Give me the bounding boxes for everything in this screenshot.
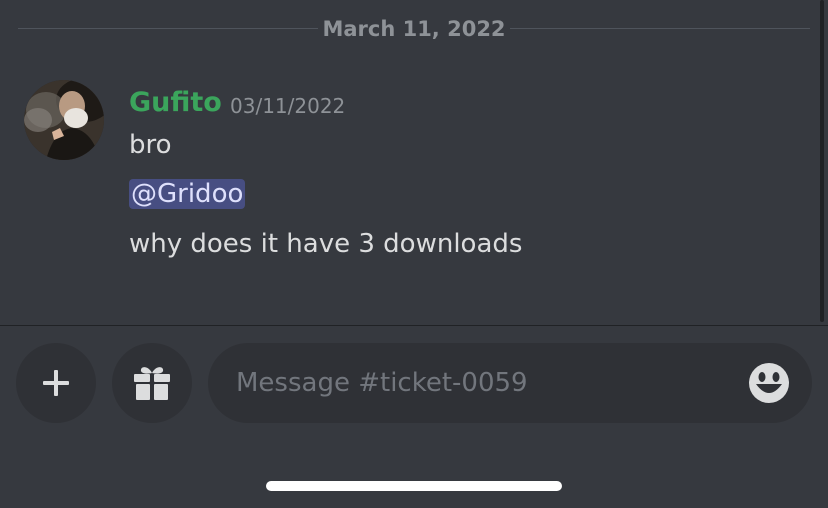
divider-line	[18, 28, 318, 29]
message-composer	[0, 326, 828, 508]
emoji-button[interactable]	[748, 362, 790, 404]
date-divider-label: March 11, 2022	[322, 17, 506, 41]
smiley-icon	[749, 363, 789, 403]
chat-area: March 11, 2022 Gufito 03/11/2022 bro @Gr…	[0, 0, 828, 325]
message-line: why does it have 3 downloads	[129, 229, 523, 259]
add-attachment-button[interactable]	[16, 343, 96, 423]
divider-line	[510, 28, 810, 29]
message-mention-line: @Gridoo	[129, 177, 246, 211]
user-mention[interactable]: @Gridoo	[129, 179, 246, 209]
date-divider: March 11, 2022	[18, 16, 810, 42]
home-indicator[interactable]	[266, 481, 562, 491]
message-input[interactable]	[236, 343, 736, 423]
message-username[interactable]: Gufito	[129, 86, 222, 120]
avatar[interactable]	[24, 80, 104, 160]
scrollbar[interactable]	[820, 0, 824, 322]
message-line: bro	[129, 130, 172, 160]
plus-icon	[43, 370, 69, 396]
gift-button[interactable]	[112, 343, 192, 423]
message-input-box[interactable]	[208, 343, 812, 423]
gift-icon	[134, 367, 170, 400]
avatar-photo	[24, 80, 104, 160]
message-timestamp: 03/11/2022	[230, 94, 346, 118]
